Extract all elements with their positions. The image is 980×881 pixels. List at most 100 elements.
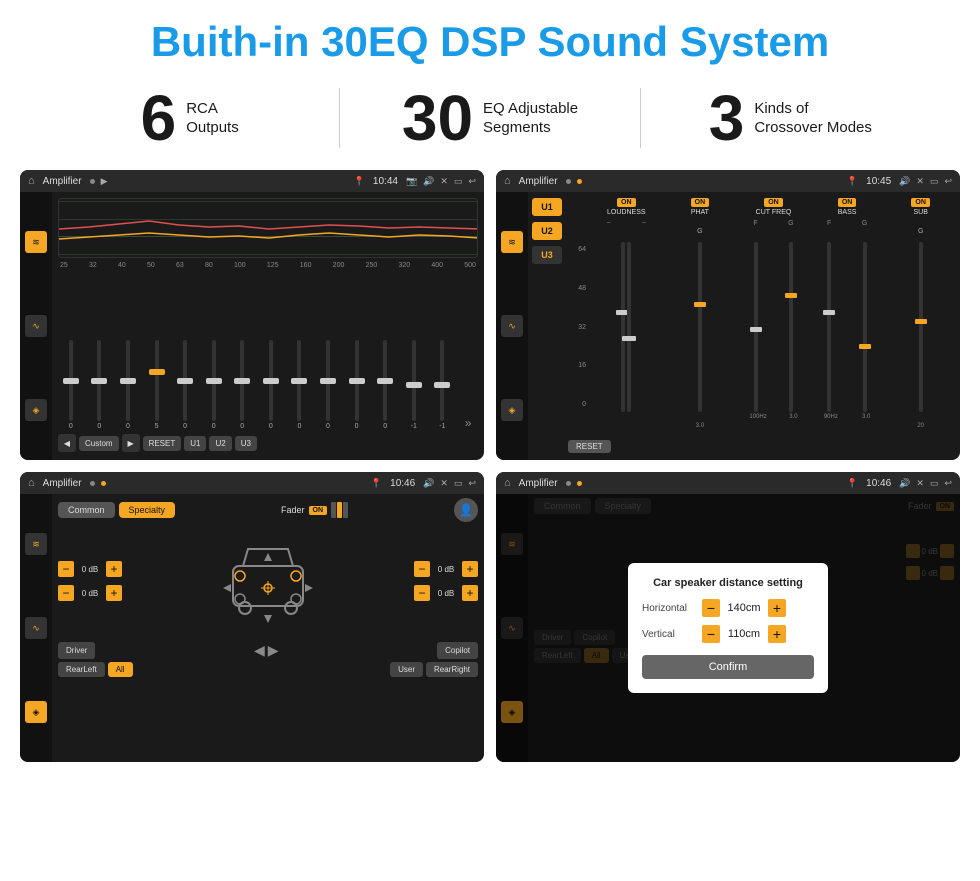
eq-slider-10[interactable]: 0	[344, 340, 370, 430]
cx-bass-sliders[interactable]	[812, 242, 883, 412]
eq-back-btn[interactable]: ◀	[58, 434, 76, 452]
cx-loudness-sliders[interactable]	[591, 242, 662, 412]
eq-slider-6[interactable]: 0	[229, 340, 255, 430]
dist-vol[interactable]: 🔊	[899, 478, 910, 489]
fd-vol[interactable]: 🔊	[423, 478, 434, 489]
cx-phat-sliders[interactable]	[665, 242, 736, 412]
eq-slider-0[interactable]: 0	[58, 340, 84, 430]
eq-slider-12[interactable]: -1	[401, 340, 427, 430]
cx-x-icon[interactable]: ✕	[916, 176, 924, 187]
cx-u2-btn[interactable]: U2	[532, 222, 562, 240]
eq-x-icon[interactable]: ✕	[440, 176, 448, 187]
db-minus-3[interactable]: −	[414, 585, 430, 601]
dialog-title: Car speaker distance setting	[642, 577, 814, 589]
cx-vol-icon[interactable]: 🔊	[899, 176, 910, 187]
cx-u1-btn[interactable]: U1	[532, 198, 562, 216]
db-plus-1[interactable]: +	[106, 585, 122, 601]
eq-play-icon[interactable]: ▶	[101, 176, 108, 187]
eq-reset-btn[interactable]: RESET	[143, 436, 182, 451]
confirm-button[interactable]: Confirm	[642, 655, 814, 679]
dialog-horizontal-minus[interactable]: −	[702, 599, 720, 617]
distance-dialog: Car speaker distance setting Horizontal …	[628, 563, 828, 693]
dist-x[interactable]: ✕	[916, 478, 924, 489]
eq-custom-btn[interactable]: Custom	[79, 436, 119, 451]
fd-sidebar-speaker[interactable]: ◈	[25, 701, 47, 723]
eq-slider-5[interactable]: 0	[201, 340, 227, 430]
pos-all-btn[interactable]: All	[108, 662, 133, 677]
eq-slider-7[interactable]: 0	[258, 340, 284, 430]
fd-sidebar-eq[interactable]: ≋	[25, 533, 47, 555]
cx-sublabels: ~ ~ G F G F G	[568, 220, 956, 238]
dialog-vertical-plus[interactable]: +	[768, 625, 786, 643]
db-ctrl-1: − 0 dB +	[58, 585, 122, 601]
fader-sliders	[331, 502, 348, 518]
person-icon[interactable]: 👤	[454, 498, 478, 522]
eq-slider-2[interactable]: 0	[115, 340, 141, 430]
pos-user-btn[interactable]: User	[390, 662, 423, 677]
db-ctrl-0: − 0 dB +	[58, 561, 122, 577]
fd-x[interactable]: ✕	[440, 478, 448, 489]
cx-main: U1 U2 U3 ON LOUDNESS	[528, 192, 960, 460]
fd-home-icon[interactable]: ⌂	[28, 477, 35, 489]
fd-sidebar-wave[interactable]: ∿	[25, 617, 47, 639]
cx-cutfreq-sliders[interactable]	[738, 242, 809, 412]
db-minus-2[interactable]: −	[414, 561, 430, 577]
fader-tabs: Common Specialty	[58, 502, 175, 518]
fd-back[interactable]: ↩	[468, 478, 476, 489]
fd-dot-orange	[101, 481, 106, 486]
eq-slider-8[interactable]: 0	[287, 340, 313, 430]
nav-left-icon[interactable]: ◀	[254, 642, 265, 659]
fader-screen: ⌂ Amplifier 📍 10:46 🔊 ✕ ▭ ↩ ≋ ∿ ◈	[20, 472, 484, 762]
cx-sidebar-speaker-btn[interactable]: ◈	[501, 399, 523, 421]
db-plus-2[interactable]: +	[462, 561, 478, 577]
eq-u2-btn[interactable]: U2	[209, 436, 231, 451]
fader-tab-specialty[interactable]: Specialty	[119, 502, 176, 518]
eq-sidebar-speaker-btn[interactable]: ◈	[25, 399, 47, 421]
pos-copilot-btn[interactable]: Copilot	[437, 642, 478, 659]
cx-sub-slider[interactable]	[885, 242, 956, 412]
db-minus-1[interactable]: −	[58, 585, 74, 601]
home-icon[interactable]: ⌂	[28, 175, 35, 187]
cx-sidebar-eq-btn[interactable]: ≋	[501, 231, 523, 253]
cx-back-icon[interactable]: ↩	[944, 176, 952, 187]
db-plus-3[interactable]: +	[462, 585, 478, 601]
eq-play-btn[interactable]: ▶	[122, 434, 140, 452]
eq-slider-9[interactable]: 0	[315, 340, 341, 430]
eq-more-btn[interactable]: »	[458, 416, 478, 430]
pos-rearright-btn[interactable]: RearRight	[426, 662, 478, 677]
pos-driver-btn[interactable]: Driver	[58, 642, 95, 659]
eq-content: ≋ ∿ ◈	[20, 192, 484, 460]
eq-slider-3[interactable]: 5	[144, 340, 170, 430]
dialog-vertical-label: Vertical	[642, 629, 702, 640]
cx-sidebar-wave-btn[interactable]: ∿	[501, 315, 523, 337]
dialog-horizontal-label: Horizontal	[642, 603, 702, 614]
cx-channel-headers: ON LOUDNESS ON PHAT ON CUT FREQ	[568, 198, 956, 216]
eq-sidebar-eq-btn[interactable]: ≋	[25, 231, 47, 253]
cx-home-icon[interactable]: ⌂	[504, 175, 511, 187]
eq-slider-11[interactable]: 0	[372, 340, 398, 430]
db-minus-0[interactable]: −	[58, 561, 74, 577]
dialog-horizontal-plus[interactable]: +	[768, 599, 786, 617]
eq-slider-1[interactable]: 0	[87, 340, 113, 430]
fader-tab-common[interactable]: Common	[58, 502, 115, 518]
cx-reset-btn[interactable]: RESET	[568, 440, 611, 453]
eq-vol-icon[interactable]: 🔊	[423, 176, 434, 187]
nav-right-icon[interactable]: ▶	[268, 642, 279, 659]
pos-rearleft-btn[interactable]: RearLeft	[58, 662, 105, 677]
eq-back-icon[interactable]: ↩	[468, 176, 476, 187]
cx-u3-btn[interactable]: U3	[532, 246, 562, 264]
eq-u3-btn[interactable]: U3	[235, 436, 257, 451]
stat-eq: 30 EQ Adjustable Segments	[340, 86, 639, 150]
db-plus-0[interactable]: +	[106, 561, 122, 577]
eq-sidebar-wave-btn[interactable]: ∿	[25, 315, 47, 337]
cx-content: ≋ ∿ ◈ U1 U2 U3	[496, 192, 960, 460]
eq-sliders-area: 0 0 0	[58, 273, 478, 430]
cx-time: 10:45	[866, 176, 891, 187]
left-db-controls: − 0 dB + − 0 dB +	[58, 526, 122, 636]
eq-slider-13[interactable]: -1	[430, 340, 456, 430]
dist-back[interactable]: ↩	[944, 478, 952, 489]
eq-slider-4[interactable]: 0	[172, 340, 198, 430]
dist-home-icon[interactable]: ⌂	[504, 477, 511, 489]
dialog-vertical-minus[interactable]: −	[702, 625, 720, 643]
eq-u1-btn[interactable]: U1	[184, 436, 206, 451]
